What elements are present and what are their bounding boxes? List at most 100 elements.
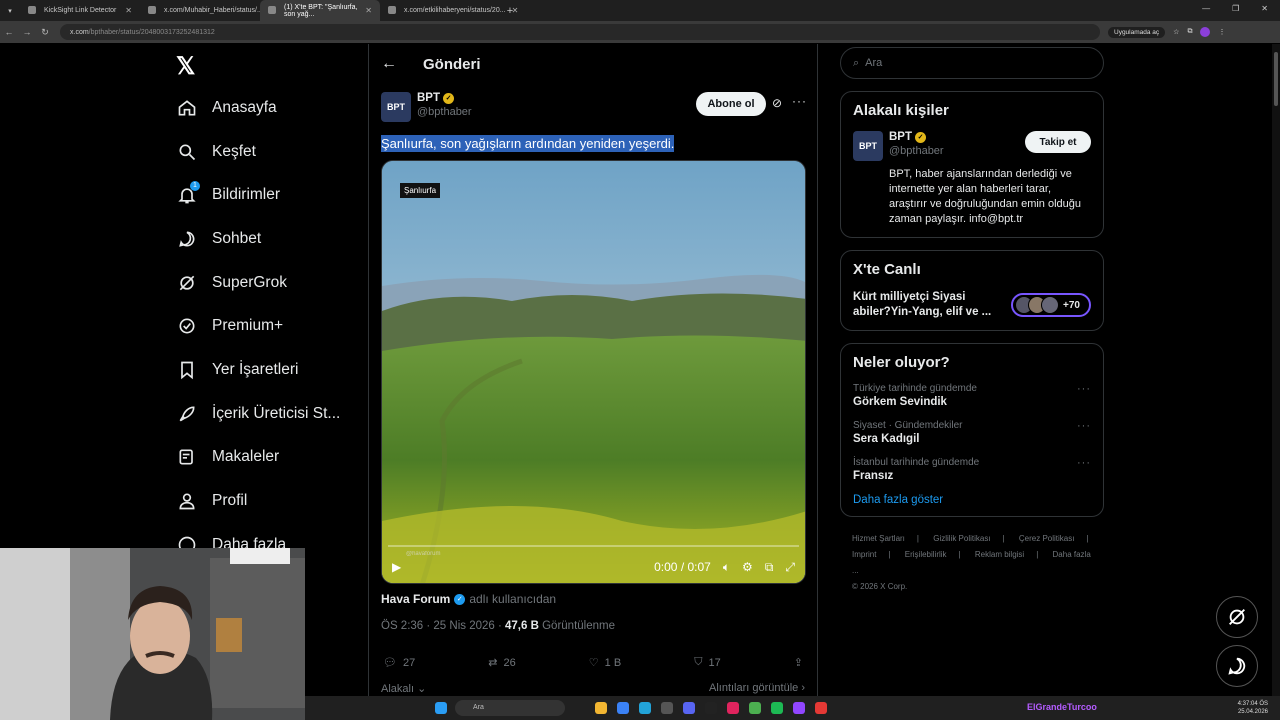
close-icon[interactable]: ✕ [125, 6, 132, 15]
repost-button[interactable]: ⇄ 26 [488, 656, 516, 670]
maximize-icon[interactable]: ❐ [1232, 4, 1239, 13]
url-path: /bpthaber/status/2048003173252481312 [88, 28, 215, 36]
menu-icon[interactable]: ⋮ [1218, 28, 1225, 36]
reply-button[interactable]: 💬︎ 27 [383, 656, 415, 670]
app-icon[interactable] [727, 702, 739, 714]
imprint-link[interactable]: Imprint [852, 550, 876, 559]
attribution-name[interactable]: Hava Forum [381, 592, 450, 606]
author-handle[interactable]: @bpthaber [417, 106, 472, 118]
like-button[interactable]: ♡ 1 B [589, 656, 621, 670]
repost-count: 26 [503, 656, 516, 669]
relevant-dropdown[interactable]: Alakalı ⌄ [381, 682, 426, 695]
close-window-icon[interactable]: ✕ [1261, 4, 1268, 13]
person-avatar[interactable]: BPT [853, 131, 883, 161]
follow-button[interactable]: Takip et [1025, 131, 1091, 153]
share-button[interactable]: ⇪ [794, 656, 803, 669]
terms-link[interactable]: Hizmet Şartları [852, 534, 905, 543]
reload-icon[interactable]: ↻ [36, 27, 54, 38]
discord-icon[interactable] [683, 702, 695, 714]
star-icon[interactable]: ☆ [1173, 28, 1179, 36]
browser-tab-1[interactable]: KickSight Link Detector ✕ [20, 0, 140, 21]
profile-avatar[interactable] [1200, 27, 1211, 37]
page-scrollbar[interactable] [1272, 44, 1280, 696]
grok-icon[interactable]: ⊘ [772, 96, 782, 110]
back-arrow-icon[interactable]: ← [381, 55, 411, 73]
nav-item-bookmarks[interactable]: Yer İşaretleri [170, 348, 360, 392]
nav-item-supergrok[interactable]: SuperGrok [170, 261, 360, 305]
post-video[interactable]: Şanlıurfa @havaforum ▶ 0:00 / 0:07 🔈︎ ⚙︎… [381, 160, 806, 584]
video-time: 0:00 / 0:07 [654, 560, 711, 574]
listener-count: +70 [1063, 299, 1080, 311]
privacy-link[interactable]: Gizlilik Politikası [933, 534, 990, 543]
trend-item[interactable]: Türkiye tarihinde gündemde Görkem Sevind… [853, 383, 1091, 408]
close-icon[interactable]: ✕ [512, 6, 519, 15]
nav-label: Premium+ [212, 317, 284, 335]
more-options-icon[interactable]: ··· [1077, 457, 1091, 469]
nav-item-home[interactable]: Anasayfa [170, 86, 360, 130]
cookie-link[interactable]: Çerez Politikası [1019, 534, 1075, 543]
author-name[interactable]: BPT [417, 92, 440, 104]
live-space[interactable]: Kürt milliyetçi Siyasi abiler?Yin-Yang, … [853, 290, 1091, 320]
minimize-icon[interactable]: — [1202, 4, 1210, 13]
forward-icon[interactable]: → [18, 27, 36, 37]
grok-fab-button[interactable] [1216, 596, 1258, 638]
fullscreen-icon[interactable]: ⤢ [785, 560, 795, 575]
spotify-icon[interactable] [771, 702, 783, 714]
browser-tab-4[interactable]: x.com/etkilihaberyeni/status/20... ✕ [380, 0, 518, 21]
accessibility-link[interactable]: Erişilebilirlik [905, 550, 947, 559]
taskbar-clock[interactable]: 4:37:04 ÖS 25.04.2026 [1238, 700, 1268, 716]
back-icon[interactable]: ← [0, 27, 18, 37]
nav-item-articles[interactable]: Makaleler [170, 436, 360, 480]
pip-icon[interactable]: ⧉ [765, 560, 774, 575]
bookmark-button[interactable]: ⛉ 17 [694, 656, 721, 669]
nav-item-creator-studio[interactable]: İçerik Üreticisi St... [170, 392, 360, 436]
related-person[interactable]: BPT BPT ✓ @bpthaber Takip et [853, 131, 1091, 161]
app-icon[interactable] [749, 702, 761, 714]
messages-fab-button[interactable] [1216, 645, 1258, 687]
view-quotes-link[interactable]: Alıntıları görüntüle › [709, 682, 805, 695]
chrome-icon[interactable] [617, 702, 629, 714]
open-in-app-button[interactable]: Uygulamada aç [1108, 26, 1166, 38]
nav-item-chat[interactable]: Sohbet [170, 217, 360, 261]
trend-item[interactable]: İstanbul tarihinde gündemde Fransız ··· [853, 457, 1091, 482]
x-logo-icon[interactable]: 𝕏 [176, 52, 360, 86]
trend-context: Türkiye tarihinde gündemde [853, 383, 977, 394]
play-icon[interactable]: ▶ [392, 560, 406, 574]
nav-item-explore[interactable]: Keşfet [170, 130, 360, 174]
show-more-link[interactable]: Daha fazla göster [853, 494, 1091, 506]
person-name: BPT [889, 131, 912, 143]
subscribe-button[interactable]: Abone ol [696, 92, 766, 116]
video-attribution: Hava Forum ✓ adlı kullanıcıdan [381, 592, 556, 606]
video-progress-bar[interactable] [388, 545, 799, 547]
volume-icon[interactable]: 🔈︎ [723, 560, 730, 575]
browser-tab-2[interactable]: x.com/Muhabir_Haberi/status/...✕ [140, 0, 276, 21]
obs-icon[interactable] [705, 702, 717, 714]
scroll-thumb[interactable] [1274, 52, 1278, 106]
more-options-icon[interactable]: ··· [1077, 420, 1091, 432]
post-time[interactable]: ÖS 2:36 · 25 Nis 2026 · [381, 620, 502, 632]
close-icon[interactable]: ✕ [365, 6, 372, 15]
browser-tab-3[interactable]: (1) X'te BPT: "Şanlıurfa, son yağ... ✕ [260, 0, 380, 21]
taskbar-search[interactable]: Ara [455, 700, 565, 716]
search-input[interactable]: ⌕ Ara [840, 47, 1104, 79]
url-bar[interactable]: x.com/bpthaber/status/204800317325248131… [60, 24, 1100, 40]
extensions-icon[interactable]: ⧉ [1187, 28, 1192, 36]
card-title: Alakalı kişiler [853, 102, 949, 119]
tab-search-button[interactable]: ▾ [0, 7, 20, 15]
app-icon[interactable] [815, 702, 827, 714]
author-avatar[interactable]: BPT [381, 92, 411, 122]
edge-icon[interactable] [639, 702, 651, 714]
ads-info-link[interactable]: Reklam bilgisi [975, 550, 1024, 559]
nav-item-premium[interactable]: Premium+ [170, 304, 360, 348]
nav-item-profile[interactable]: Profil [170, 479, 360, 523]
app-icon[interactable] [793, 702, 805, 714]
file-explorer-icon[interactable] [595, 702, 607, 714]
clock-time: 4:37:04 ÖS [1237, 701, 1268, 707]
settings-icon[interactable]: ⚙︎ [742, 560, 753, 574]
nav-item-notifications[interactable]: 1 Bildirimler [170, 173, 360, 217]
more-options-icon[interactable]: ··· [792, 94, 807, 108]
windows-start-icon[interactable] [435, 702, 447, 714]
app-icon[interactable] [661, 702, 673, 714]
trend-item[interactable]: Siyaset · Gündemdekiler Sera Kadıgil ··· [853, 420, 1091, 445]
more-options-icon[interactable]: ··· [1077, 383, 1091, 395]
